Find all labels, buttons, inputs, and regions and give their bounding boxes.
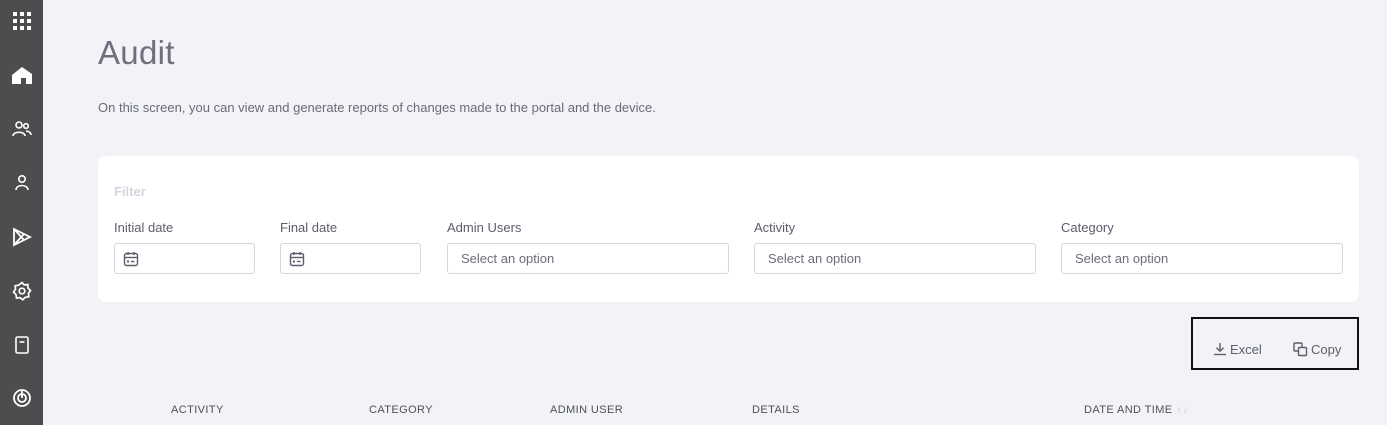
sort-icon[interactable]: ↑↓ [1177,405,1189,416]
export-excel-button[interactable]: Excel [1213,339,1262,359]
page-title: Audit [98,34,175,71]
initial-date-label: Initial date [114,220,174,235]
play-store-icon[interactable] [0,220,43,254]
column-header-details[interactable]: DETAILS [752,404,800,416]
filter-title: Filter [114,184,146,199]
final-date-input[interactable] [280,243,421,274]
device-icon[interactable] [0,328,43,362]
excel-label: Excel [1230,341,1262,357]
admin-users-select[interactable]: Select an option [447,243,729,274]
power-target-icon[interactable] [0,381,43,415]
users-icon[interactable] [0,112,43,146]
copy-icon [1293,341,1308,356]
sidebar [0,0,43,425]
activity-label: Activity [754,220,796,235]
audit-table-header: ACTIVITY CATEGORY ADMIN USER DETAILS DAT… [43,404,1387,420]
column-header-activity[interactable]: ACTIVITY [171,404,224,416]
activity-select[interactable]: Select an option [754,243,1036,274]
calendar-icon [289,251,305,266]
calendar-icon [123,251,139,266]
category-label: Category [1061,220,1114,235]
column-header-admin-user[interactable]: ADMIN USER [550,404,623,416]
copy-label: Copy [1311,341,1342,357]
category-select[interactable]: Select an option [1061,243,1343,274]
user-icon[interactable] [0,166,43,200]
filter-panel: Filter Initial date Final date Admin Use… [98,156,1359,302]
main-content: Audit On this screen, you can view and g… [43,0,1387,425]
admin-users-label: Admin Users [447,220,522,235]
download-icon [1214,343,1226,356]
final-date-label: Final date [280,220,338,235]
home-icon[interactable] [0,58,43,92]
date-time-label: DATE AND TIME [1084,404,1173,416]
column-header-category[interactable]: CATEGORY [369,404,433,416]
export-toolbar: Excel Copy [1191,317,1359,370]
page-description: On this screen, you can view and generat… [98,100,656,115]
settings-gear-icon[interactable] [0,274,43,308]
column-header-date-time[interactable]: DATE AND TIME ↑↓ [1084,404,1189,416]
copy-button[interactable]: Copy [1293,339,1341,359]
apps-grid-icon[interactable] [0,4,43,38]
initial-date-input[interactable] [114,243,255,274]
